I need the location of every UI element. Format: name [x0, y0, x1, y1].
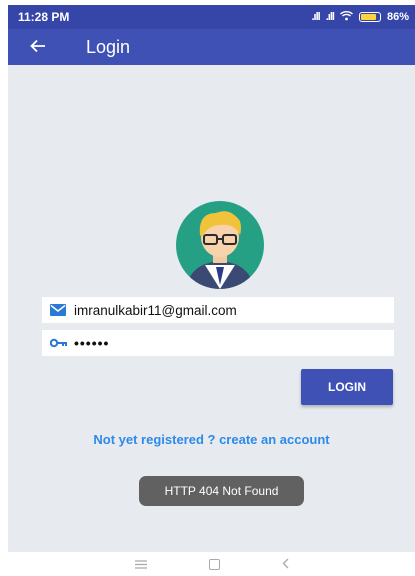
page-title: Login — [86, 36, 131, 57]
back-nav-icon[interactable] — [282, 557, 289, 572]
avatar — [160, 185, 280, 305]
status-time: 11:28 PM — [18, 10, 70, 24]
battery-level — [360, 14, 377, 20]
signal-icon-2: .ıll — [325, 11, 335, 23]
password-value: •••••• — [74, 335, 110, 351]
signal-icon: .ıll — [311, 11, 321, 23]
system-nav-bar — [8, 552, 415, 576]
menu-icon[interactable] — [134, 557, 147, 572]
password-field[interactable]: •••••• — [42, 330, 394, 356]
battery-icon — [358, 12, 381, 22]
login-content: imranulkabir11@gmail.com •••••• LOGIN No… — [8, 65, 415, 552]
battery-percent: 86% — [386, 11, 409, 23]
key-icon — [50, 338, 68, 348]
create-account-link[interactable]: Not yet registered ? create an account — [8, 432, 415, 447]
status-bar: 11:28 PM .ıll .ıll 86% — [8, 5, 415, 29]
status-icons: .ıll .ıll 86% — [312, 10, 410, 24]
arrow-back-icon[interactable] — [30, 37, 54, 57]
email-field[interactable]: imranulkabir11@gmail.com — [42, 297, 394, 323]
wifi-icon — [340, 10, 353, 24]
email-value: imranulkabir11@gmail.com — [74, 302, 237, 318]
home-icon[interactable] — [208, 558, 220, 570]
mail-icon — [50, 304, 68, 316]
toast-message: HTTP 404 Not Found — [139, 476, 304, 506]
app-bar: Login — [8, 29, 415, 65]
login-button[interactable]: LOGIN — [301, 369, 393, 405]
